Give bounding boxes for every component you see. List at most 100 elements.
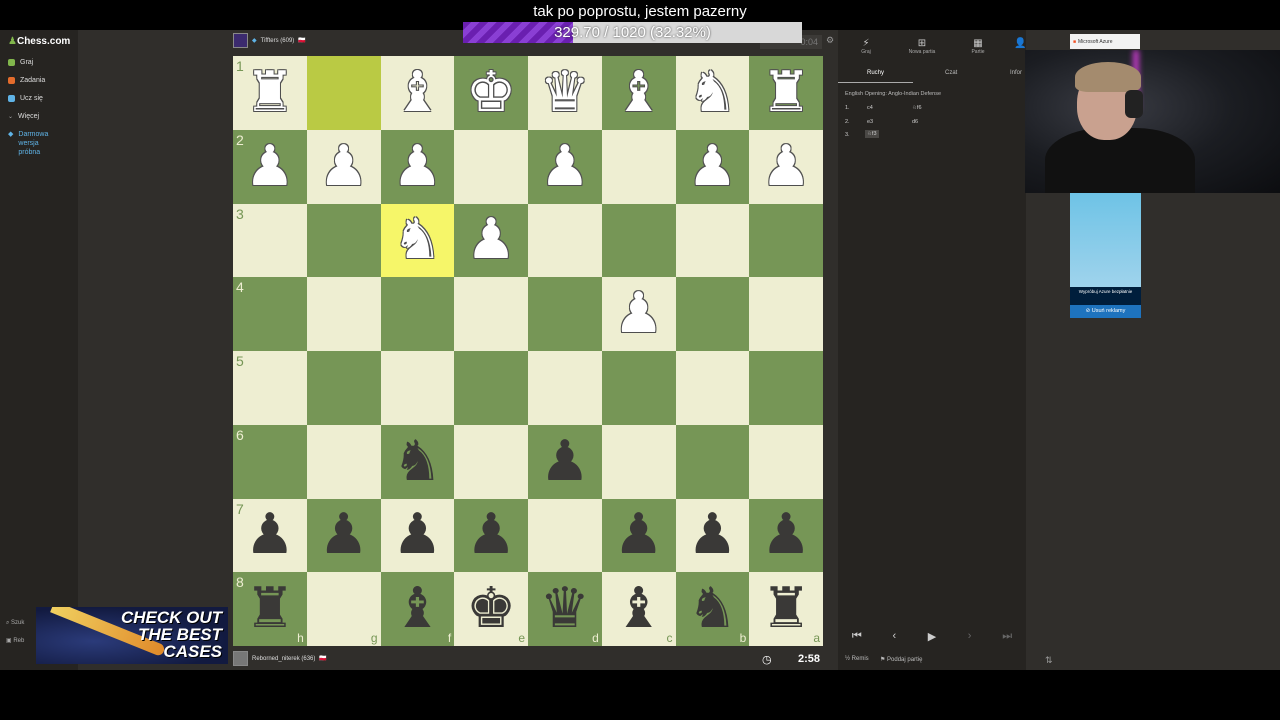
black-queen-icon[interactable]: ♛ xyxy=(528,572,602,646)
board-square[interactable] xyxy=(675,203,750,278)
board-square[interactable]: ♟ xyxy=(528,129,602,204)
board-square[interactable]: ♟ xyxy=(675,129,750,204)
board-square[interactable] xyxy=(306,277,381,351)
board-square[interactable] xyxy=(528,351,602,425)
black-pawn-icon[interactable]: ♟ xyxy=(454,499,528,573)
board-square[interactable] xyxy=(749,351,823,425)
free-trial-link[interactable]: ◆ Darmowa wersja próbna xyxy=(8,130,58,157)
subtab-chat[interactable]: Czat xyxy=(945,70,957,76)
board-square[interactable] xyxy=(380,277,455,351)
tab-players[interactable]: 👤 xyxy=(1014,38,1026,49)
move-white[interactable]: e3 xyxy=(867,119,873,125)
board-square[interactable]: ♝ xyxy=(380,56,455,130)
black-pawn-icon[interactable]: ♟ xyxy=(749,499,823,573)
play-button[interactable]: ▶ xyxy=(917,630,947,648)
board-square[interactable]: ♟ xyxy=(454,203,528,278)
board-square[interactable]: ♟ xyxy=(601,277,676,351)
avatar[interactable] xyxy=(233,33,248,48)
black-pawn-icon[interactable]: ♟ xyxy=(233,499,307,573)
white-knight-icon[interactable]: ♞ xyxy=(676,56,750,130)
board-square[interactable] xyxy=(749,277,823,351)
board-square[interactable] xyxy=(306,203,381,278)
board-square[interactable]: ♜ xyxy=(749,56,823,130)
board-square[interactable] xyxy=(380,351,455,425)
white-rook-icon[interactable]: ♜ xyxy=(233,56,307,130)
board-square[interactable]: ♟ xyxy=(528,424,602,499)
move-black[interactable]: d6 xyxy=(912,119,918,125)
board-square[interactable]: ♞ xyxy=(380,424,455,499)
move-white-current[interactable]: ♘f3 xyxy=(865,130,879,138)
sidebar-item-puzzles[interactable]: Zadania xyxy=(8,77,45,84)
white-king-icon[interactable]: ♚ xyxy=(454,56,528,130)
white-queen-icon[interactable]: ♛ xyxy=(528,56,602,130)
subtab-info[interactable]: Infor xyxy=(1010,70,1022,76)
board-square[interactable] xyxy=(601,424,676,499)
board-square[interactable] xyxy=(749,424,823,499)
board-square[interactable]: ♚ xyxy=(454,56,528,130)
black-bishop-icon[interactable]: ♝ xyxy=(381,572,455,646)
tab-new-game[interactable]: ⊞ Nowa partia xyxy=(902,38,942,55)
board-square[interactable]: ♟ xyxy=(749,498,823,573)
chess-board[interactable]: 1 ♜ ♝ ♚ ♛ ♝ ♞ ♜ 2 ♟ ♟ ♟ ♟ ♟ ♟ 3 ♞ ♟ 4 ♟ 5 6 ♞ ♟ 7 ♟ ♟ ♟ ♟ ♟ ♟ ♟ 8 h ♜ g f ♝ e ♚… xyxy=(233,56,823,646)
board-square[interactable]: ♝ xyxy=(601,56,676,130)
board-square[interactable] xyxy=(306,424,381,499)
avatar[interactable] xyxy=(233,651,248,666)
white-pawn-icon[interactable]: ♟ xyxy=(233,130,307,204)
move-white[interactable]: c4 xyxy=(867,105,873,111)
sidebar-item-learn[interactable]: Ucz się xyxy=(8,95,43,102)
board-square[interactable]: ♟ xyxy=(306,129,381,204)
board-square[interactable]: ♟ xyxy=(380,129,455,204)
board-square[interactable]: f ♝ xyxy=(380,572,455,646)
white-pawn-icon[interactable]: ♟ xyxy=(381,130,455,204)
board-square[interactable]: c ♝ xyxy=(601,572,676,646)
board-square[interactable]: ♞ xyxy=(380,203,455,278)
board-square[interactable] xyxy=(306,56,381,130)
black-knight-icon[interactable]: ♞ xyxy=(676,572,750,646)
board-square[interactable]: d ♛ xyxy=(528,572,602,646)
black-rook-icon[interactable]: ♜ xyxy=(749,572,823,646)
black-pawn-icon[interactable]: ♟ xyxy=(602,499,676,573)
board-square[interactable]: b ♞ xyxy=(675,572,750,646)
board-square[interactable] xyxy=(306,351,381,425)
black-rook-icon[interactable]: ♜ xyxy=(233,572,307,646)
chess-logo[interactable]: ♟Chess.com xyxy=(8,36,70,47)
board-square[interactable] xyxy=(675,277,750,351)
subtab-moves[interactable]: Ruchy xyxy=(867,70,884,76)
board-square[interactable]: ♟ xyxy=(675,498,750,573)
board-square[interactable]: g xyxy=(306,572,381,646)
board-square[interactable] xyxy=(601,203,676,278)
next-move-button[interactable]: › xyxy=(955,630,985,648)
resign-button[interactable]: ⚑ Poddaj partię xyxy=(880,656,922,663)
black-pawn-icon[interactable]: ♟ xyxy=(528,425,602,499)
draw-button[interactable]: ½ Remis xyxy=(845,656,869,662)
flip-board-icon[interactable]: ⇅ xyxy=(1045,655,1053,666)
sidebar-search[interactable]: ⌕ Szuk xyxy=(6,620,24,627)
tab-games[interactable]: ▦ Partie xyxy=(958,38,998,55)
board-square[interactable] xyxy=(749,203,823,278)
board-square[interactable] xyxy=(528,498,602,573)
white-pawn-icon[interactable]: ♟ xyxy=(307,130,381,204)
gear-icon[interactable]: ⚙ xyxy=(826,35,834,46)
board-square[interactable] xyxy=(601,351,676,425)
board-square[interactable] xyxy=(528,277,602,351)
white-pawn-icon[interactable]: ♟ xyxy=(602,277,676,351)
move-black[interactable]: ♘f6 xyxy=(912,105,922,111)
first-move-button[interactable]: ⏮ xyxy=(842,630,872,648)
top-player-name[interactable]: Tiffters (609) xyxy=(261,38,295,44)
board-square[interactable]: ♟ xyxy=(380,498,455,573)
white-bishop-icon[interactable]: ♝ xyxy=(602,56,676,130)
black-pawn-icon[interactable]: ♟ xyxy=(307,499,381,573)
black-knight-icon[interactable]: ♞ xyxy=(381,425,455,499)
board-square[interactable]: ♟ xyxy=(749,129,823,204)
board-square[interactable] xyxy=(675,351,750,425)
board-square[interactable]: 6 xyxy=(233,424,307,499)
last-move-button[interactable]: ⏭ xyxy=(992,630,1022,648)
bottom-player-name[interactable]: Reborned_niterek (636) xyxy=(252,656,315,662)
white-pawn-icon[interactable]: ♟ xyxy=(749,130,823,204)
board-square[interactable] xyxy=(528,203,602,278)
black-bishop-icon[interactable]: ♝ xyxy=(602,572,676,646)
board-square[interactable]: 4 xyxy=(233,277,307,351)
board-square[interactable] xyxy=(454,424,528,499)
sidebar-item-play[interactable]: Graj xyxy=(8,59,33,66)
board-square[interactable]: ♞ xyxy=(675,56,750,130)
